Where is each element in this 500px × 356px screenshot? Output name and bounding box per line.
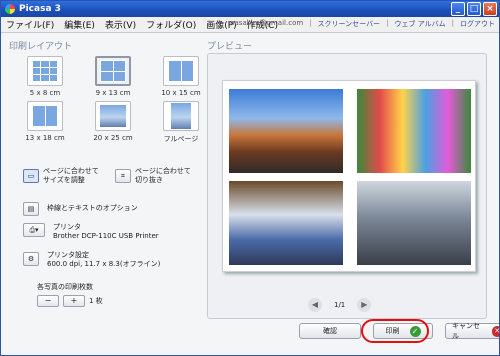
preview-panel: プレビュー ◀ 1/1 ▶ [201, 39, 493, 321]
picasa-logo-icon [5, 4, 15, 14]
preview-title: プレビュー [207, 42, 253, 52]
confirm-button[interactable]: 確認 [299, 323, 361, 339]
layout-label: フルページ [163, 135, 199, 143]
layout-10x15[interactable]: 10 x 15 cm [155, 56, 207, 97]
title-bar: Picasa 3 _ □ × [1, 1, 499, 17]
layout-label: 13 x 18 cm [25, 134, 65, 142]
fit-size-label: ページに合わせてサイズを調整 [43, 167, 99, 184]
maximize-button[interactable]: □ [467, 2, 481, 16]
window-title: Picasa 3 [19, 4, 61, 14]
fit-size-button[interactable]: ▭ [23, 169, 39, 183]
fit-crop-label: ページに合わせて切り抜き [135, 167, 191, 184]
layout-5x8[interactable]: 5 x 8 cm [19, 56, 71, 97]
layout-9x13[interactable]: 9 x 13 cm [87, 56, 139, 97]
cancel-x-icon: ✕ [492, 325, 500, 337]
printer-settings-button[interactable]: ⚙ [23, 252, 39, 266]
menu-view[interactable]: 表示(V) [100, 18, 141, 31]
next-page-button[interactable]: ▶ [357, 298, 372, 312]
printer-name: Brother DCP-110C USB Printer [53, 232, 159, 240]
screensaver-link[interactable]: スクリーンセーバー [318, 19, 381, 29]
close-button[interactable]: × [483, 2, 497, 16]
menu-folder[interactable]: フォルダ(O) [141, 18, 201, 31]
picasa-window: Picasa 3 _ □ × ファイル(F) 編集(E) 表示(V) フォルダ(… [0, 0, 500, 356]
cancel-button[interactable]: キャンセル ✕ [445, 322, 500, 340]
menu-file[interactable]: ファイル(F) [1, 18, 59, 31]
copies-value: 1 枚 [89, 296, 103, 305]
copies-increase-button[interactable]: + [63, 295, 85, 307]
layout-label: 20 x 25 cm [93, 134, 133, 142]
photo-thumbnail[interactable] [357, 181, 471, 265]
preview-page [222, 80, 476, 272]
layout-13x18[interactable]: 13 x 18 cm [19, 101, 71, 144]
print-layout-panel: 印刷レイアウト 5 x 8 cm 9 x 13 cm 10 x 15 cm 13… [9, 39, 201, 329]
menu-edit[interactable]: 編集(E) [59, 18, 100, 31]
border-options-label: 枠線とテキストのオプション [47, 204, 138, 212]
fit-crop-button[interactable]: ⌗ [115, 169, 131, 183]
printer-label: プリンタ [53, 223, 81, 231]
printer-settings-label: プリンタ設定 [47, 251, 89, 259]
layout-label: 9 x 13 cm [95, 89, 131, 97]
border-options-button[interactable]: ▤ [23, 202, 39, 216]
copies-decrease-button[interactable]: − [37, 295, 59, 307]
highlight-annotation [361, 319, 429, 343]
menu-bar: ファイル(F) 編集(E) 表示(V) フォルダ(O) 画像(P) 作成(C) … [1, 17, 499, 33]
page-indicator: 1/1 [334, 301, 346, 309]
account-email: masakjm@gmail.com [227, 19, 304, 27]
photo-thumbnail[interactable] [357, 89, 471, 173]
web-album-link[interactable]: ウェブ アルバム [394, 19, 445, 29]
layout-label: 5 x 8 cm [29, 89, 61, 97]
print-layout-title: 印刷レイアウト [9, 42, 73, 52]
confirm-label: 確認 [323, 327, 337, 335]
copies-label: 各写真の印刷枚数 [37, 283, 93, 291]
layout-full-page[interactable]: フルページ [155, 101, 207, 144]
logout-link[interactable]: ログアウト [460, 19, 495, 29]
previous-page-button[interactable]: ◀ [308, 298, 322, 312]
layout-label: 10 x 15 cm [161, 89, 201, 97]
photo-thumbnail[interactable] [229, 181, 343, 265]
printer-dropdown[interactable]: ⎙▾ [23, 223, 45, 237]
cancel-label: キャンセル [452, 322, 480, 340]
layout-20x25[interactable]: 20 x 25 cm [87, 101, 139, 144]
photo-thumbnail[interactable] [229, 89, 343, 173]
minimize-button[interactable]: _ [451, 2, 465, 16]
printer-settings-value: 600.0 dpi, 11.7 x 8.3(オフライン) [47, 260, 161, 268]
